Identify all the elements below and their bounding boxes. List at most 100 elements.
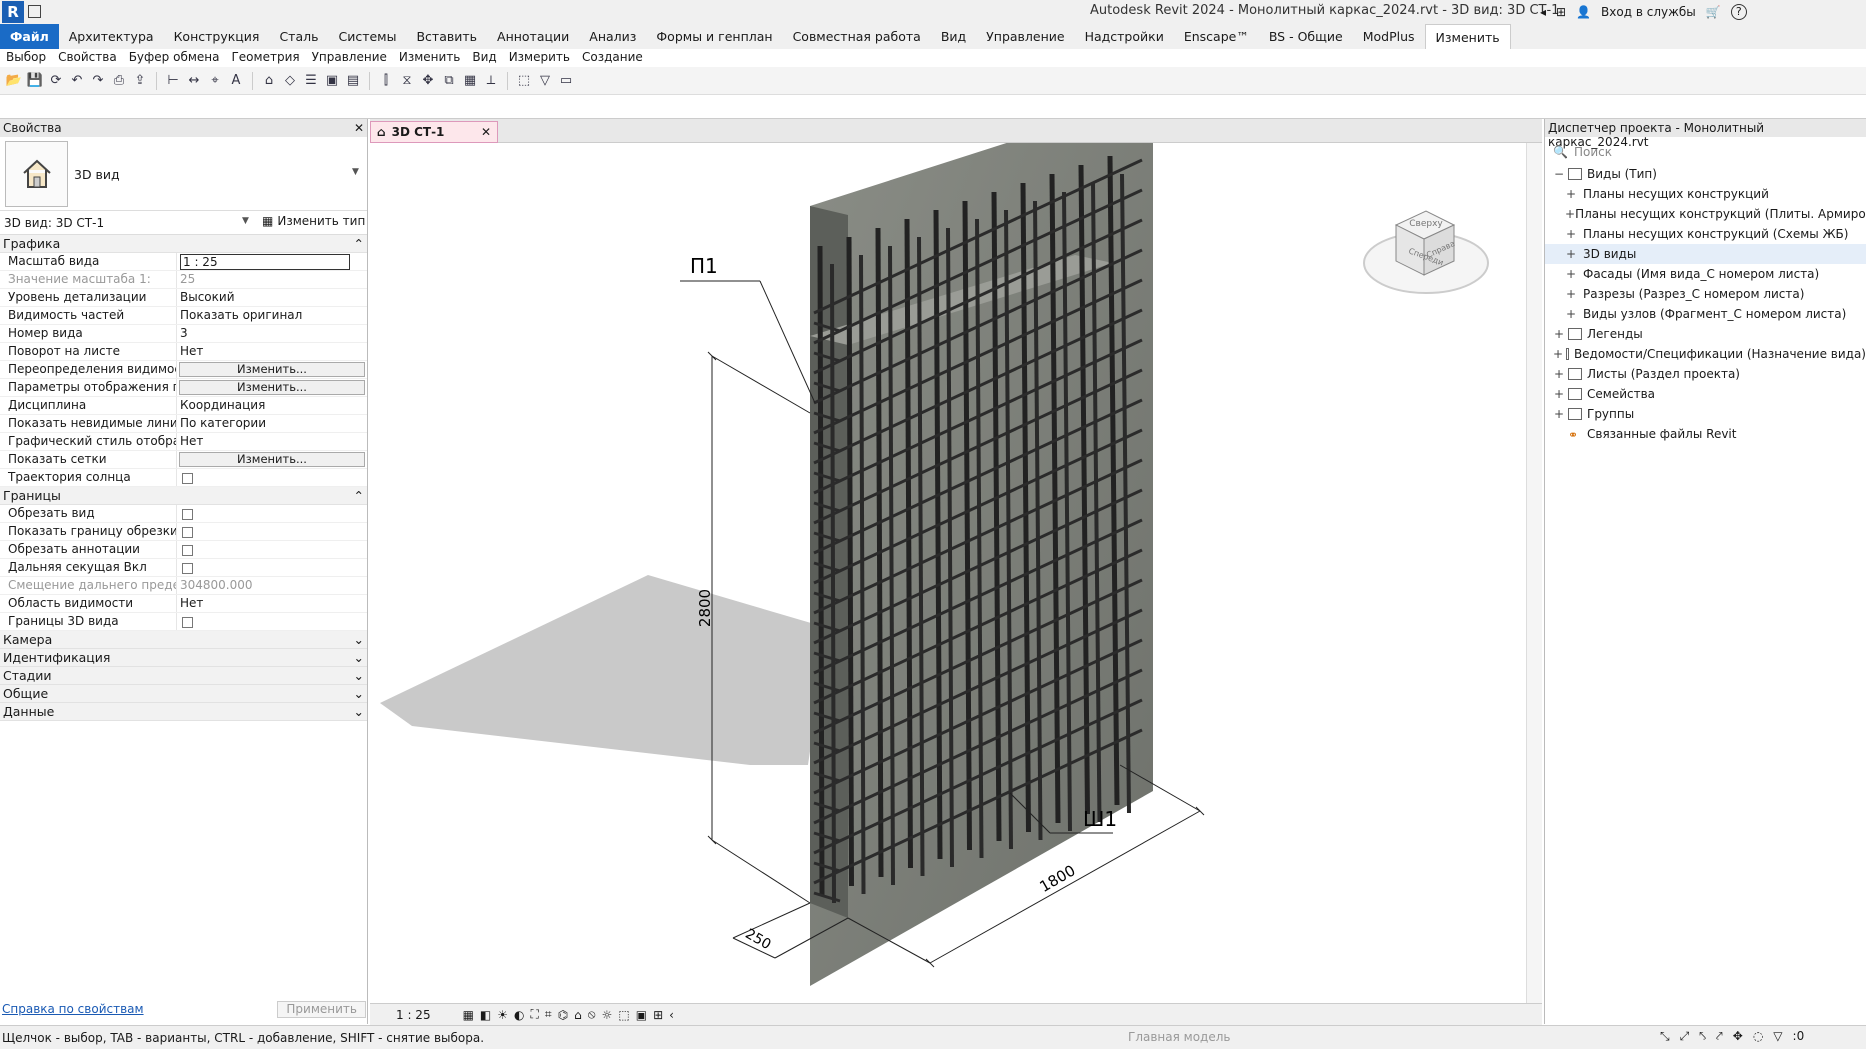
expand-toggle-icon[interactable]: + — [1565, 307, 1577, 321]
edit-button[interactable]: Изменить... — [179, 362, 365, 377]
expand-toggle-icon[interactable]: − — [1553, 167, 1565, 181]
tab-ribbon[interactable]: Сталь — [269, 24, 328, 49]
worksharing-icon[interactable]: ⬚ — [618, 1008, 629, 1022]
expand-toggle-icon[interactable]: + — [1553, 407, 1565, 421]
expand-toggle-icon[interactable]: + — [1565, 227, 1577, 241]
expand-toggle-icon[interactable]: + — [1565, 207, 1575, 221]
property-value[interactable] — [177, 541, 367, 558]
hide-icon[interactable]: ⦸ — [588, 1007, 596, 1022]
collapse-icon[interactable]: ⌃ — [354, 236, 364, 251]
tab-ribbon[interactable]: BS - Общие — [1259, 24, 1353, 49]
properties-section[interactable]: Данные ⌄ — [0, 703, 367, 721]
align-icon[interactable]: ⫿ — [377, 72, 395, 90]
properties-help-link[interactable]: Справка по свойствам — [2, 1002, 144, 1016]
lock-view-icon[interactable]: ⌂ — [574, 1008, 582, 1022]
array-icon[interactable]: ▦ — [461, 72, 479, 90]
tab-ribbon[interactable]: Архитектура — [59, 24, 164, 49]
tag-p1[interactable]: П1 — [690, 254, 718, 278]
tab-ribbon[interactable]: Вид — [931, 24, 976, 49]
switch-windows-icon[interactable]: ▤ — [344, 72, 362, 90]
revit-logo-icon[interactable]: R — [2, 1, 24, 23]
trim-icon[interactable]: ⟂ — [482, 72, 500, 90]
filter-icon[interactable]: ▽ — [536, 72, 554, 90]
viewcube-top-label[interactable]: Сверху — [1409, 219, 1443, 229]
property-value[interactable] — [177, 613, 367, 630]
ribbon-panel-label[interactable]: Изменить — [393, 49, 467, 67]
tab-ribbon[interactable]: ModPlus — [1353, 24, 1425, 49]
property-value[interactable]: Изменить... — [177, 451, 367, 468]
view-options-icon[interactable]: ▭ — [557, 72, 575, 90]
tree-node[interactable]: ⚭ Связанные файлы Revit — [1545, 424, 1866, 444]
close-icon[interactable]: ✕ — [481, 125, 491, 139]
tag-sh1[interactable]: Ш1 — [1083, 807, 1117, 831]
constraints-icon[interactable]: ⊞ — [653, 1008, 663, 1022]
ribbon-panel-label[interactable]: Геометрия — [225, 49, 305, 67]
tab-ribbon[interactable]: Аннотации — [487, 24, 579, 49]
checkbox[interactable] — [182, 617, 193, 628]
crop-region-icon[interactable]: ⌬ — [558, 1008, 568, 1022]
type-selector[interactable]: 3D вид ▼ — [0, 137, 367, 211]
expand-icon[interactable]: ⌄ — [354, 668, 364, 683]
ribbon-panel-label[interactable]: Выбор — [0, 49, 52, 67]
expand-toggle-icon[interactable]: + — [1565, 247, 1577, 261]
tab-ribbon[interactable]: Управление — [976, 24, 1074, 49]
vertical-scrollbar[interactable] — [1526, 143, 1542, 1003]
reveal-icon[interactable]: ☼ — [602, 1008, 613, 1022]
export-icon[interactable]: ⇪ — [131, 72, 149, 90]
tree-node[interactable]: + Фасады (Имя вида_С номером листа) — [1545, 264, 1866, 284]
tree-node[interactable]: + Легенды — [1545, 324, 1866, 344]
tab-ribbon[interactable]: Вставить — [406, 24, 487, 49]
tab-ribbon[interactable]: Enscape™ — [1174, 24, 1259, 49]
tab-ribbon[interactable]: Конструкция — [164, 24, 270, 49]
edit-button[interactable]: Изменить... — [179, 452, 365, 467]
tree-node[interactable]: + Планы несущих конструкций — [1545, 184, 1866, 204]
expand-icon[interactable]: ⌄ — [354, 650, 364, 665]
tree-node[interactable]: + Разрезы (Разрез_С номером листа) — [1545, 284, 1866, 304]
save-icon[interactable]: 💾 — [26, 72, 44, 90]
ribbon-panel-label[interactable]: Управление — [306, 49, 393, 67]
cart-icon[interactable]: 🛒 — [1706, 5, 1721, 19]
help-button[interactable]: ? — [1730, 4, 1747, 20]
checkbox[interactable] — [182, 563, 193, 574]
close-windows-icon[interactable]: ▣ — [323, 72, 341, 90]
chevron-down-icon[interactable]: ▼ — [352, 167, 359, 177]
edit-type-button[interactable]: ▦ Изменить тип — [262, 214, 365, 228]
3d-model-canvas[interactable]: 2800 1800 250 П1 Ш1 Сверху Спереди Справ… — [370, 143, 1526, 1003]
expand-icon[interactable]: ⌄ — [354, 704, 364, 719]
tab-ribbon[interactable]: Системы — [328, 24, 406, 49]
checkbox[interactable] — [182, 545, 193, 556]
tree-node[interactable]: − Виды (Тип) — [1545, 164, 1866, 184]
expand-toggle-icon[interactable]: + — [1553, 387, 1565, 401]
properties-section[interactable]: Общие ⌄ — [0, 685, 367, 703]
ribbon-panel-label[interactable]: Измерить — [503, 49, 576, 67]
properties-section[interactable]: Камера ⌄ — [0, 631, 367, 649]
properties-section[interactable]: Стадии ⌄ — [0, 667, 367, 685]
binoculars-icon[interactable]: ⊞ — [1556, 5, 1566, 19]
move-icon[interactable]: ✥ — [419, 72, 437, 90]
analytic-icon[interactable]: ▣ — [636, 1008, 647, 1022]
mirror-icon[interactable]: ⧖ — [398, 72, 416, 90]
active-workset[interactable]: Главная модель — [1128, 1030, 1230, 1044]
select-underlay-icon[interactable]: ⤢ — [1680, 1029, 1690, 1044]
property-value[interactable]: Нет — [177, 343, 367, 360]
print-icon[interactable]: ⎙ — [110, 72, 128, 90]
tab-ribbon[interactable]: Файл — [0, 24, 59, 49]
ribbon-panel-label[interactable]: Создание — [576, 49, 649, 67]
property-value[interactable]: Показать оригинал — [177, 307, 367, 324]
property-value[interactable]: 3 — [177, 325, 367, 342]
apply-button[interactable]: Применить — [277, 1000, 366, 1018]
expand-toggle-icon[interactable]: + — [1553, 347, 1563, 361]
tab-ribbon[interactable]: Анализ — [579, 24, 646, 49]
tree-node[interactable]: + Виды узлов (Фрагмент_С номером листа) — [1545, 304, 1866, 324]
property-value[interactable]: Нет — [177, 595, 367, 612]
checkbox[interactable] — [182, 473, 193, 484]
expand-toggle-icon[interactable]: + — [1565, 267, 1577, 281]
expand-toggle-icon[interactable]: + — [1565, 287, 1577, 301]
tree-node[interactable]: + Семейства — [1545, 384, 1866, 404]
scale-input[interactable]: 1 : 25 — [180, 254, 350, 270]
undo-icon[interactable]: ↶ — [68, 72, 86, 90]
property-value[interactable]: Изменить... — [177, 379, 367, 396]
tree-node[interactable]: +3D виды — [1545, 244, 1866, 264]
signin-button[interactable]: Вход в службы — [1601, 5, 1696, 19]
expand-icon[interactable]: ⌄ — [354, 686, 364, 701]
